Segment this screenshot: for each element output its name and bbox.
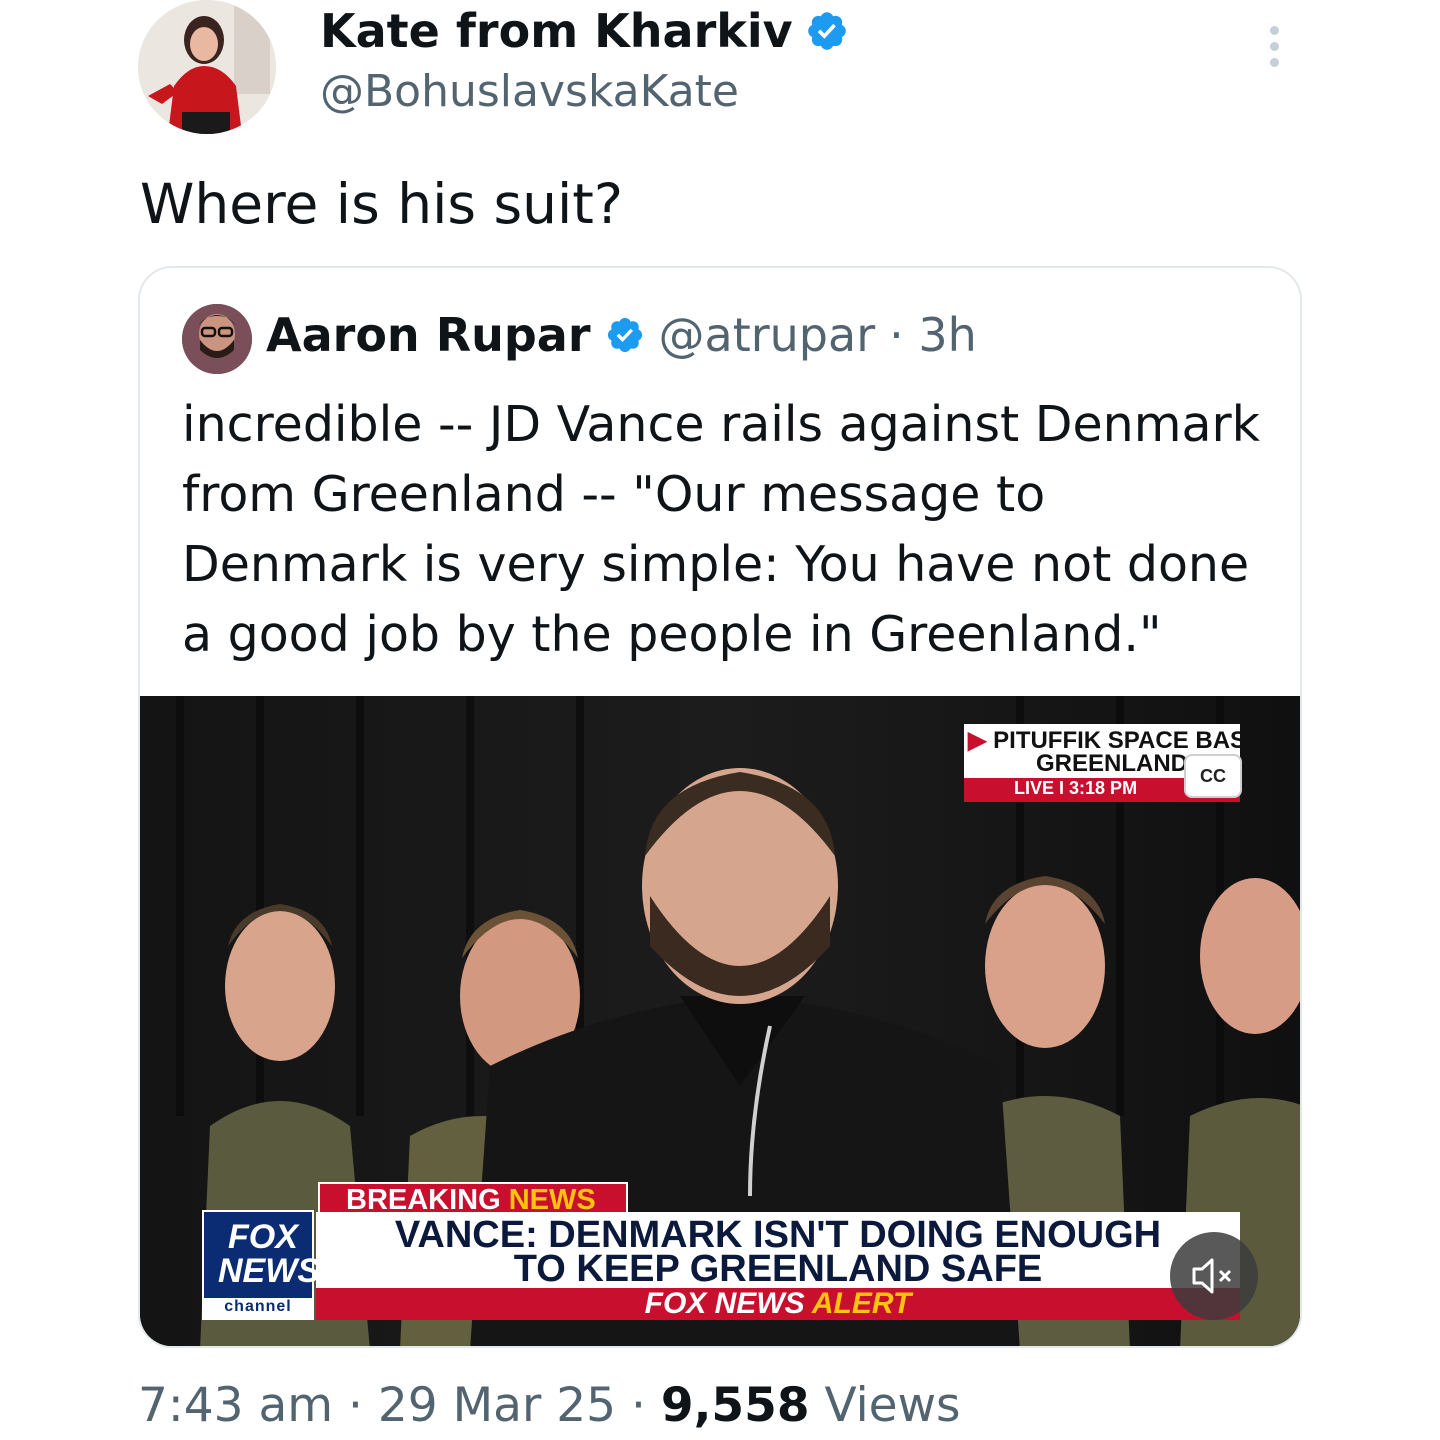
- alert-bar: FOX NEWS ALERT: [316, 1288, 1240, 1320]
- author-name-row[interactable]: Kate from Kharkiv: [320, 4, 849, 58]
- verified-badge-icon: [807, 12, 846, 50]
- live-label: LIVE: [1014, 778, 1055, 798]
- news-chyron: VANCE: DENMARK ISN'T DOING ENOUGH TO KEE…: [316, 1212, 1240, 1320]
- breaking-news-tab: BREAKING NEWS: [318, 1182, 628, 1216]
- author-name[interactable]: Kate from Kharkiv: [320, 4, 793, 58]
- quoted-author-avatar[interactable]: [182, 304, 252, 374]
- quoted-tweet-age[interactable]: · 3h: [889, 308, 977, 362]
- quoted-tweet-card[interactable]: Aaron Rupar @atrupar · 3h incredible -- …: [138, 266, 1302, 1348]
- location-line2: GREENLAND: [1036, 750, 1189, 777]
- profile-photo-icon: [182, 304, 252, 374]
- author-handle[interactable]: @BohuslavskaKate: [320, 66, 739, 117]
- profile-photo-icon: [138, 0, 276, 134]
- video-player[interactable]: ▶ PITUFFIK SPACE BASE GREENLAND LIVE I 3…: [140, 696, 1300, 1346]
- live-time: I 3:18 PM: [1059, 778, 1138, 798]
- alert-brand: FOX NEWS: [644, 1287, 805, 1320]
- verified-badge-icon: [607, 317, 642, 353]
- quoted-author-name[interactable]: Aaron Rupar: [266, 308, 591, 362]
- fox-news-logo: FOX NEWS channel: [202, 1210, 320, 1320]
- tweet-timestamp[interactable]: 7:43 am · 29 Mar 25 ·: [138, 1378, 661, 1433]
- tweet-text: Where is his suit?: [140, 172, 624, 236]
- logo-line2: NEWS: [218, 1252, 320, 1290]
- logo-line3: channel: [204, 1298, 312, 1318]
- play-triangle-icon: ▶: [968, 727, 987, 754]
- tweet-meta: 7:43 am · 29 Mar 25 · 9,558 Views: [138, 1378, 961, 1433]
- vertical-ellipsis-icon: [1269, 26, 1279, 35]
- speaker-muted-icon: [1192, 1258, 1232, 1294]
- quoted-author-handle[interactable]: @atrupar: [659, 308, 876, 362]
- closed-captions-button[interactable]: CC: [1184, 754, 1242, 798]
- views-label: Views: [824, 1378, 961, 1433]
- views-count: 9,558: [660, 1378, 810, 1433]
- author-avatar[interactable]: [138, 0, 276, 134]
- alert-word: ALERT: [811, 1287, 912, 1320]
- headline-line2: TO KEEP GREENLAND SAFE: [513, 1248, 1043, 1290]
- unmute-button[interactable]: [1170, 1232, 1258, 1320]
- more-options-button[interactable]: [1262, 26, 1286, 78]
- quoted-author-row[interactable]: Aaron Rupar @atrupar · 3h: [266, 308, 977, 362]
- quoted-tweet-text: incredible -- JD Vance rails against Den…: [182, 396, 1260, 663]
